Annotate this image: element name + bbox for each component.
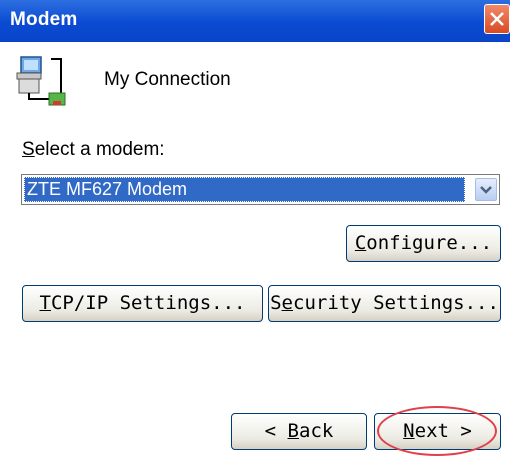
next-button[interactable]: Next > [374,413,501,450]
tcpip-accel: T [39,292,51,314]
next-accel: N [403,420,415,442]
next-label-rest: ext > [414,420,472,442]
window-title: Modem [10,9,78,30]
security-label-rest: curity Settings... [293,292,499,314]
chevron-down-icon [480,186,492,194]
select-label-rest: elect a modem: [34,139,165,160]
modem-dropdown[interactable]: ZTE MF627 Modem [21,174,500,205]
connection-name: My Connection [104,69,231,90]
modem-dialog: Modem My Connection Select a modem: ZTE … [0,0,510,462]
back-accel: B [287,420,299,442]
configure-accel: C [354,232,367,254]
security-accel: e [281,292,293,314]
select-label-accel: S [22,139,35,160]
security-settings-button[interactable]: Security Settings... [268,285,501,322]
modem-selected-value: ZTE MF627 Modem [24,177,465,202]
configure-button[interactable]: Configure... [346,225,501,262]
tcpip-settings-button[interactable]: TCP/IP Settings... [22,285,263,322]
title-bar: Modem [0,0,510,42]
configure-label-rest: onfigure... [366,232,493,254]
back-label-rest: ack [299,420,334,442]
tcpip-label-rest: CP/IP Settings... [50,292,246,314]
network-computer-icon [16,56,66,106]
back-button[interactable]: < Back [231,413,367,450]
security-label-pre: S [270,292,282,314]
close-icon [490,12,504,26]
dropdown-button[interactable] [475,178,497,201]
select-modem-label: Select a modem: [22,139,165,161]
back-label-pre: < [264,420,288,442]
close-button[interactable] [484,4,510,34]
